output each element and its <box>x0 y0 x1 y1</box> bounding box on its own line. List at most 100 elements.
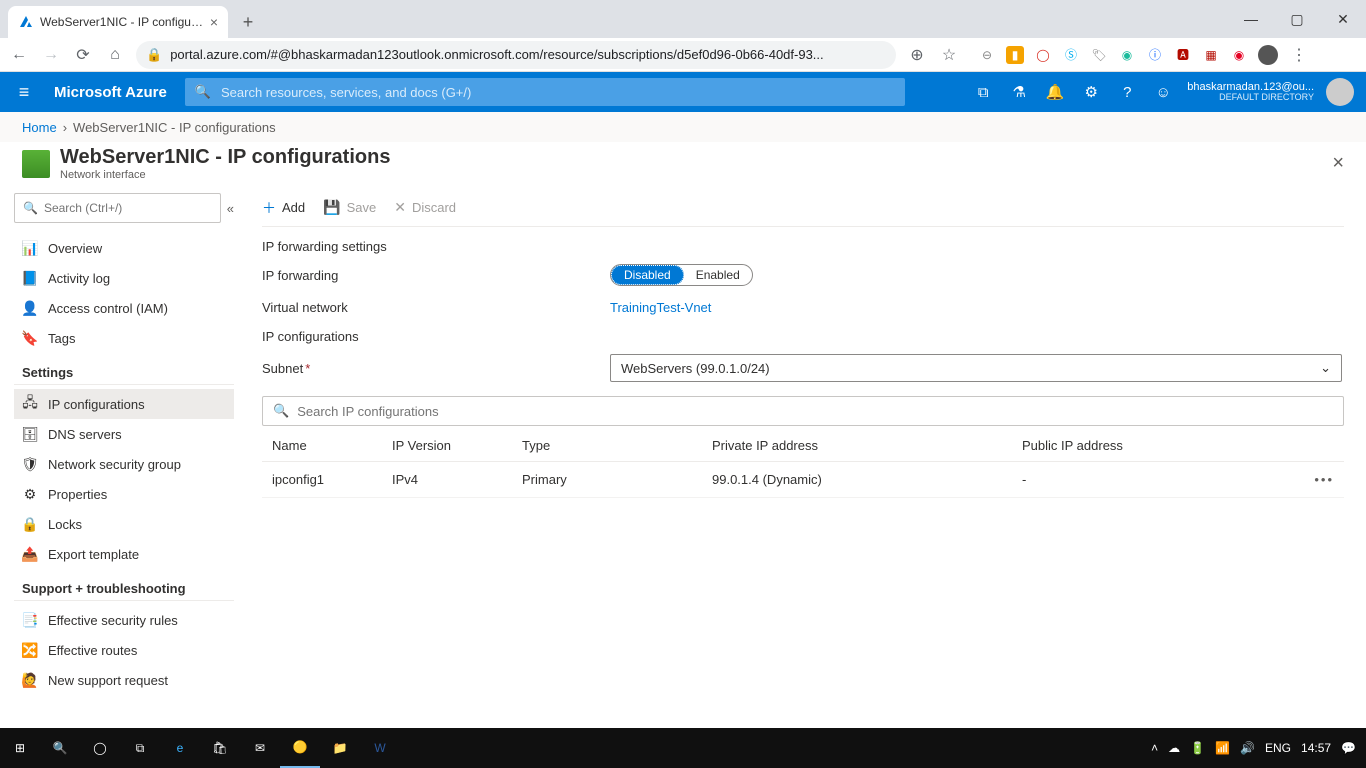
action-center-icon[interactable]: 💬 <box>1341 741 1356 755</box>
language-indicator[interactable]: ENG <box>1265 741 1291 755</box>
ext-icon-6[interactable]: ◉ <box>1118 46 1136 64</box>
toggle-disabled-option[interactable]: Disabled <box>611 265 684 285</box>
sidebar-item-effective-routes[interactable]: 🔀Effective routes <box>14 635 234 665</box>
blade-content: ＋Add 💾Save ✕Discard IP forwarding settin… <box>244 189 1366 729</box>
feedback-icon[interactable]: ☺ <box>1145 84 1181 101</box>
col-name[interactable]: Name <box>262 430 382 462</box>
sidebar-item-tags[interactable]: 🔖Tags <box>14 323 234 353</box>
reload-button[interactable]: ⟳ <box>72 44 94 66</box>
volume-icon[interactable]: 🔊 <box>1240 741 1255 755</box>
ext-icon-5[interactable]: 🏷 <box>1090 46 1108 64</box>
wifi-icon[interactable]: 📶 <box>1215 741 1230 755</box>
sidebar-search-input[interactable] <box>44 201 212 215</box>
sidebar-item-ip-configurations[interactable]: 🖧IP configurations <box>14 389 234 419</box>
sidebar-item-export-template[interactable]: 📤Export template <box>14 539 234 569</box>
sidebar-item-network-security-group[interactable]: 🛡Network security group <box>14 449 234 479</box>
tab-close-icon[interactable]: × <box>210 14 218 30</box>
ext-icon-8[interactable]: 🅰 <box>1174 46 1192 64</box>
onedrive-icon[interactable]: ☁ <box>1168 741 1180 755</box>
sidebar-item-locks[interactable]: 🔒Locks <box>14 509 234 539</box>
plus-icon: ＋ <box>262 198 276 218</box>
sidebar-item-label: IP configurations <box>48 397 145 412</box>
taskbar-search-icon[interactable]: 🔍 <box>40 728 80 768</box>
breadcrumb-home[interactable]: Home <box>22 120 57 135</box>
cloud-shell-icon[interactable]: ⧉ <box>965 84 1001 101</box>
col-public[interactable]: Public IP address <box>1012 430 1304 462</box>
sidebar-item-dns-servers[interactable]: 🗄DNS servers <box>14 419 234 449</box>
start-button[interactable]: ⊞ <box>0 728 40 768</box>
row-context-menu[interactable]: ••• <box>1304 462 1344 498</box>
table-row[interactable]: ipconfig1IPv4Primary99.0.1.4 (Dynamic)-•… <box>262 462 1344 498</box>
directory-filter-icon[interactable]: ⚗ <box>1001 83 1037 101</box>
cortana-icon[interactable]: ◯ <box>80 728 120 768</box>
new-tab-button[interactable]: + <box>234 8 262 36</box>
portal-menu-button[interactable]: ≡ <box>0 82 48 103</box>
chrome-menu-icon[interactable]: ⋮ <box>1288 44 1310 66</box>
star-icon[interactable]: ☆ <box>938 44 960 66</box>
sidebar-item-properties[interactable]: ⚙Properties <box>14 479 234 509</box>
sidebar-item-label: Tags <box>48 331 75 346</box>
ext-icon-4[interactable]: Ⓢ <box>1062 46 1080 64</box>
minimize-button[interactable]: — <box>1228 0 1274 38</box>
azure-brand[interactable]: Microsoft Azure <box>48 84 185 101</box>
chrome-taskbar-icon[interactable]: 🟡 <box>280 728 320 768</box>
sidebar-collapse-button[interactable]: « <box>227 201 234 216</box>
settings-icon[interactable]: ⚙ <box>1073 83 1109 101</box>
close-window-button[interactable]: ✕ <box>1320 0 1366 38</box>
sidebar-item-access-control-iam-[interactable]: 👤Access control (IAM) <box>14 293 234 323</box>
forward-button[interactable]: → <box>40 44 62 66</box>
task-view-icon[interactable]: ⧉ <box>120 728 160 768</box>
sidebar-item-label: New support request <box>48 673 168 688</box>
word-icon[interactable]: W <box>360 728 400 768</box>
explorer-icon[interactable]: 📁 <box>320 728 360 768</box>
cell-name: ipconfig1 <box>262 462 382 498</box>
blade-close-button[interactable]: × <box>1332 152 1344 175</box>
toggle-enabled-option[interactable]: Enabled <box>684 265 752 285</box>
ipconfig-filter-input[interactable] <box>297 404 1333 419</box>
breadcrumb: Home › WebServer1NIC - IP configurations <box>0 112 1366 142</box>
notifications-icon[interactable]: 🔔 <box>1037 83 1073 101</box>
sidebar-search[interactable]: 🔍 <box>14 193 221 223</box>
avatar[interactable] <box>1326 78 1354 106</box>
store-icon[interactable]: 🛍 <box>200 728 240 768</box>
col-ipver[interactable]: IP Version <box>382 430 512 462</box>
azure-search-input[interactable] <box>221 85 895 100</box>
zoom-icon[interactable]: ⊕ <box>906 44 928 66</box>
dns-icon: 🗄 <box>22 426 38 442</box>
account-info[interactable]: bhaskarmadan.123@ou... DEFAULT DIRECTORY <box>1181 81 1320 103</box>
sidebar-item-activity-log[interactable]: 📘Activity log <box>14 263 234 293</box>
back-button[interactable]: ← <box>8 44 30 66</box>
ext-icon-9[interactable]: ▦ <box>1202 46 1220 64</box>
ext-icon-7[interactable]: ⓘ <box>1146 46 1164 64</box>
ext-icon-10[interactable]: ◉ <box>1230 46 1248 64</box>
sidebar-item-new-support-request[interactable]: 🙋New support request <box>14 665 234 695</box>
ip-forwarding-section-title: IP forwarding settings <box>262 239 1344 254</box>
azure-search-box[interactable]: 🔍 <box>185 78 905 106</box>
sidebar-item-effective-security-rules[interactable]: 📑Effective security rules <box>14 605 234 635</box>
home-button[interactable]: ⌂ <box>104 44 126 66</box>
mail-icon[interactable]: ✉ <box>240 728 280 768</box>
virtual-network-link[interactable]: TrainingTest-Vnet <box>610 300 711 315</box>
col-private[interactable]: Private IP address <box>702 430 1012 462</box>
ipconfig-filter[interactable]: 🔍 <box>262 396 1344 426</box>
clock[interactable]: 14:57 <box>1301 741 1331 755</box>
activity-log-icon: 📘 <box>22 270 38 286</box>
ext-icon-3[interactable]: ◯ <box>1034 46 1052 64</box>
azure-favicon <box>18 14 34 30</box>
address-bar[interactable]: 🔒 portal.azure.com/#@bhaskarmadan123outl… <box>136 41 896 69</box>
maximize-button[interactable]: ▢ <box>1274 0 1320 38</box>
battery-icon[interactable]: 🔋 <box>1190 741 1205 755</box>
help-icon[interactable]: ? <box>1109 84 1145 101</box>
tray-chevron-icon[interactable]: ˄ <box>1151 741 1158 755</box>
col-type[interactable]: Type <box>512 430 702 462</box>
subnet-dropdown[interactable]: WebServers (99.0.1.0/24) ⌄ <box>610 354 1342 382</box>
ip-forwarding-toggle[interactable]: Disabled Enabled <box>610 264 753 286</box>
sidebar-item-overview[interactable]: 📊Overview <box>14 233 234 263</box>
profile-avatar-icon[interactable] <box>1258 45 1278 65</box>
browser-tab[interactable]: WebServer1NIC - IP configuratio × <box>8 6 228 38</box>
add-button[interactable]: ＋Add <box>262 198 305 218</box>
sidebar-item-label: Effective routes <box>48 643 137 658</box>
edge-icon[interactable]: e <box>160 728 200 768</box>
ext-icon-2[interactable]: ▮ <box>1006 46 1024 64</box>
ext-icon-1[interactable]: ⊖ <box>978 46 996 64</box>
